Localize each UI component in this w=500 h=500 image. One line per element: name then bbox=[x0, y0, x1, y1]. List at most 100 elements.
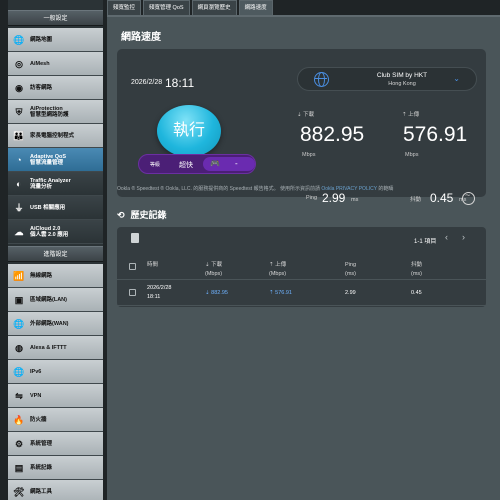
app-root: 一般設定 🌐 網路地圖 ◎ AiMesh ◉ 訪客網路 ⛨ AiProtecti… bbox=[0, 0, 500, 500]
sidebar-item-aiprotection[interactable]: ⛨ AiProtection 智慧型網路防護 bbox=[8, 100, 103, 124]
wan-globe-icon: 🌐 bbox=[13, 318, 25, 329]
row-ping: 2.99 bbox=[345, 290, 356, 296]
sidebar-item-label: 網路工具 bbox=[30, 488, 53, 495]
ping-unit: ms bbox=[351, 197, 359, 203]
tab-bandwidth-monitor[interactable]: 頻寬監控 bbox=[107, 0, 142, 15]
column-header-ping: Ping (ms) bbox=[345, 262, 357, 277]
sidebar-item-wan[interactable]: 🌐 外部網路(WAN) bbox=[8, 312, 103, 336]
sidebar-item-adaptive-qos[interactable]: ◔ Adaptive QoS 智慧流量管理 bbox=[8, 148, 103, 172]
history-card: 1-1 項目 ‹ › 時間 ⇣ 下載 (Mbps) ⇡ 上傳 (Mbps) Ping… bbox=[117, 227, 486, 307]
advanced-section: 進階設定 📶 無線網路 ▣ 區域網路(LAN) 🌐 外部網路(WAN) ◍ Al… bbox=[8, 246, 103, 500]
disclaimer-prefix: 使用所示資訊前請 bbox=[279, 186, 320, 192]
disclaimer: Ookla ® Speedtest ® Ookla, LLC. 的服務提供商的 … bbox=[117, 185, 497, 192]
page-info: 1-1 項目 bbox=[414, 239, 437, 245]
row-divider bbox=[117, 305, 486, 306]
grade-label: 等級 bbox=[150, 162, 161, 168]
qos-gauge-icon: ◔ bbox=[16, 154, 22, 165]
grade-value: 超快 bbox=[179, 162, 193, 169]
sidebar-item-network-map[interactable]: 🌐 網路地圖 bbox=[8, 28, 103, 52]
sidebar-item-label: VPN bbox=[30, 392, 42, 399]
sidebar-item-label: 系統記錄 bbox=[30, 464, 53, 471]
usb-icon: ⏚ bbox=[14, 202, 24, 213]
jitter-label: 抖動 bbox=[410, 197, 422, 203]
firewall-icon: 🔥 bbox=[13, 414, 25, 425]
tab-qos[interactable]: 頻寬管理 QoS bbox=[143, 0, 190, 15]
sidebar-item-administration[interactable]: ⚙ 系統管理 bbox=[8, 432, 103, 456]
upload-value: 576.91 bbox=[403, 123, 468, 146]
sidebar-item-label: USB 相關應用 bbox=[30, 204, 66, 211]
server-location: Hong Kong bbox=[388, 81, 416, 87]
row-checkbox[interactable] bbox=[129, 289, 136, 296]
shield-icon: ⛨ bbox=[15, 106, 23, 117]
disclaimer-text: Ookla ® Speedtest ® Ookla, LLC. 的服務提供商的 … bbox=[117, 186, 279, 192]
sidebar-item-alexa-ifttt[interactable]: ◍ Alexa & IFTTT bbox=[8, 336, 103, 360]
lan-icon: ▣ bbox=[14, 294, 24, 305]
sidebar-item-sublabel: 智慧型網路防護 bbox=[30, 111, 69, 118]
history-header: ⟲ 歷史記錄 bbox=[117, 208, 167, 221]
globe-icon: 🌐 bbox=[13, 34, 25, 45]
row-divider bbox=[117, 279, 486, 280]
sidebar-item-label: Alexa & IFTTT bbox=[30, 344, 67, 351]
select-all-checkbox[interactable] bbox=[129, 263, 136, 270]
column-header-download: ⇣ 下載 (Mbps) bbox=[205, 262, 223, 277]
sidebar-item-label: 訪客網路 bbox=[30, 84, 53, 91]
family-icon: 👪 bbox=[13, 130, 25, 141]
general-section: 一般設定 🌐 網路地圖 ◎ AiMesh ◉ 訪客網路 ⛨ AiProtecti… bbox=[8, 10, 103, 244]
download-caption: ⇣ 下載 bbox=[297, 112, 315, 118]
prev-page-button[interactable]: ‹ bbox=[445, 232, 448, 242]
tab-web-history[interactable]: 網頁瀏覽歷史 bbox=[191, 0, 237, 15]
vpn-icon: ⇋ bbox=[15, 390, 23, 401]
sidebar-item-parental-controls[interactable]: 👪 家長電腦控制程式 bbox=[8, 124, 103, 148]
sidebar-item-usb-apps[interactable]: ⏚ USB 相關應用 bbox=[8, 196, 103, 220]
page-title: 網路速度 bbox=[121, 32, 161, 43]
sidebar-item-guest-network[interactable]: ◉ 訪客網路 bbox=[8, 76, 103, 100]
column-header-upload: ⇡ 上傳 (Mbps) bbox=[269, 262, 287, 277]
test-time: 18:11 bbox=[165, 76, 195, 90]
sidebar-item-vpn[interactable]: ⇋ VPN bbox=[8, 384, 103, 408]
history-icon: ⟲ bbox=[117, 210, 125, 220]
sidebar-item-lan[interactable]: ▣ 區域網路(LAN) bbox=[8, 288, 103, 312]
trash-icon[interactable] bbox=[131, 233, 139, 243]
log-icon: ▤ bbox=[14, 462, 24, 473]
sidebar-item-label: AiMesh bbox=[30, 60, 50, 67]
go-button[interactable]: 執行 bbox=[157, 105, 221, 157]
disclaimer-end: 的範疇 bbox=[378, 186, 394, 192]
chevron-down-icon: ⌄ bbox=[453, 74, 460, 83]
sidebar-item-label: 系統管理 bbox=[30, 440, 53, 447]
download-value: 882.95 bbox=[300, 123, 365, 146]
download-unit: Mbps bbox=[302, 152, 316, 158]
sidebar-item-ipv6[interactable]: 🌐 IPv6 bbox=[8, 360, 103, 384]
sidebar-item-aicloud[interactable]: ☁ AiCloud 2.0 個人雲 2.0 應用 bbox=[8, 220, 103, 244]
sidebar-item-label: IPv6 bbox=[30, 368, 42, 375]
advanced-header: 進階設定 bbox=[8, 246, 103, 262]
tab-bar: 頻寬監控 頻寬管理 QoS 網頁瀏覽歷史 網路速度 bbox=[107, 0, 275, 15]
sidebar-item-sublabel: 個人雲 2.0 應用 bbox=[30, 231, 69, 238]
game-mode-button[interactable]: 🎮 - bbox=[203, 157, 255, 171]
main-panel: 網路速度 2026/2/28 18:11 Club SIM by HKT Hon… bbox=[107, 15, 500, 500]
server-selector[interactable]: Club SIM by HKT Hong Kong ⌄ bbox=[297, 67, 477, 91]
sidebar-item-firewall[interactable]: 🔥 防火牆 bbox=[8, 408, 103, 432]
jitter-value: 0.45 bbox=[430, 191, 454, 205]
sidebar-item-label: 防火牆 bbox=[30, 416, 47, 423]
sidebar-item-label: 無線網路 bbox=[30, 272, 53, 279]
ipv6-icon: 🌐 bbox=[13, 366, 25, 377]
column-header-jitter: 抖動 (ms) bbox=[411, 262, 423, 277]
test-date: 2026/2/28 bbox=[131, 79, 163, 86]
tab-speedtest[interactable]: 網路速度 bbox=[238, 0, 273, 15]
connection-grade-pill: 等級 超快 🎮 - bbox=[138, 154, 256, 174]
sidebar-item-wireless[interactable]: 📶 無線網路 bbox=[8, 264, 103, 288]
column-header-time: 時間 bbox=[147, 262, 159, 268]
wave-icon bbox=[462, 190, 475, 205]
sidebar-item-traffic-analyzer[interactable]: ◐ Traffic Analyzer 流量分析 bbox=[8, 172, 103, 196]
mesh-icon: ◎ bbox=[15, 58, 23, 69]
row-upload: ⇡ 576.91 bbox=[269, 290, 292, 296]
privacy-policy-link[interactable]: Ookla PRIVACY POLICY bbox=[321, 186, 377, 192]
sidebar-item-aimesh[interactable]: ◎ AiMesh bbox=[8, 52, 103, 76]
row-download: ⇣ 882.95 bbox=[205, 290, 228, 296]
sidebar-item-system-log[interactable]: ▤ 系統記錄 bbox=[8, 456, 103, 480]
row-time: 2026/2/28 18:11 bbox=[147, 285, 172, 300]
sidebar-item-label: 外部網路(WAN) bbox=[30, 320, 69, 327]
sidebar-item-network-tools[interactable]: 🛠 網路工具 bbox=[8, 480, 103, 500]
sidebar: 一般設定 🌐 網路地圖 ◎ AiMesh ◉ 訪客網路 ⛨ AiProtecti… bbox=[8, 0, 103, 500]
next-page-button[interactable]: › bbox=[462, 232, 465, 242]
